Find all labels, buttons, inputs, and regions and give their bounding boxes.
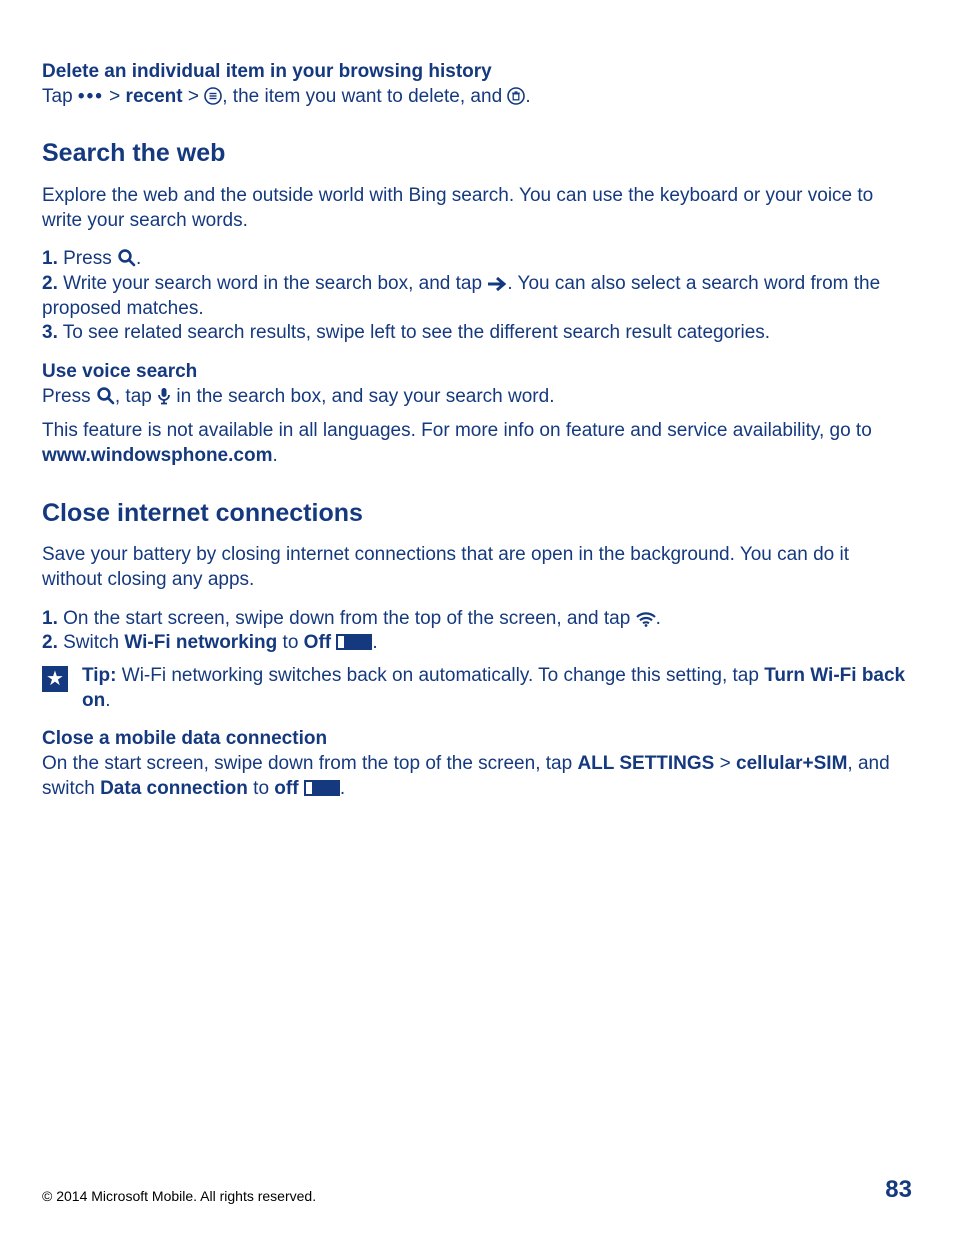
wifi-networking-label: Wi-Fi networking (124, 632, 277, 653)
link-text: www.windowsphone.com (42, 445, 272, 466)
copyright-text: © 2014 Microsoft Mobile. All rights rese… (42, 1187, 316, 1205)
text: . (272, 445, 277, 466)
off-label: off (274, 778, 298, 799)
search-icon (117, 248, 136, 267)
step-number: 1. (42, 608, 58, 629)
text: Press (42, 386, 96, 407)
close-mobile-heading: Close a mobile data connection (42, 727, 912, 752)
toggle-off-icon (336, 634, 372, 650)
step-number: 1. (42, 248, 58, 269)
text: . (525, 86, 530, 107)
microphone-icon (157, 387, 171, 405)
trash-circle-icon (507, 87, 525, 105)
voice-search-line: Press , tap in the search box, and say y… (42, 385, 912, 410)
text: to (277, 632, 303, 653)
search-step-1: 1. Press . (42, 247, 912, 272)
text: , tap (115, 386, 157, 407)
data-connection-label: Data connection (100, 778, 248, 799)
page-footer: © 2014 Microsoft Mobile. All rights rese… (42, 1174, 912, 1205)
more-icon: ••• (78, 85, 104, 110)
close-connections-intro: Save your battery by closing internet co… (42, 543, 912, 592)
text: On the start screen, swipe down from the… (42, 753, 577, 774)
text: . (372, 632, 377, 653)
text: . (656, 608, 661, 629)
arrow-right-icon (487, 276, 507, 292)
delete-history-line: Tap ••• > recent > , the item you want t… (42, 85, 912, 110)
close-connections-heading: Close internet connections (42, 497, 912, 530)
search-step-2: 2. Write your search word in the search … (42, 272, 912, 321)
text: . (105, 690, 110, 711)
all-settings-label: ALL SETTINGS (577, 753, 714, 774)
text: On the start screen, swipe down from the… (58, 608, 636, 629)
voice-search-heading: Use voice search (42, 360, 912, 385)
toggle-off-icon (304, 780, 340, 796)
text: Switch (58, 632, 125, 653)
tip-label: Tip: (82, 665, 122, 686)
text: Tap (42, 86, 78, 107)
close-mobile-line: On the start screen, swipe down from the… (42, 752, 912, 801)
text: This feature is not available in all lan… (42, 420, 872, 441)
text: Press (58, 248, 117, 269)
text: > (109, 86, 125, 107)
text: Wi-Fi networking switches back on automa… (122, 665, 764, 686)
voice-note: This feature is not available in all lan… (42, 419, 912, 468)
star-icon: ★ (42, 666, 68, 692)
text: to (248, 778, 274, 799)
text: > (714, 753, 736, 774)
list-circle-icon (204, 87, 222, 105)
wifi-icon (636, 611, 656, 627)
text: , the item you want to delete, and (222, 86, 507, 107)
page-number: 83 (885, 1174, 912, 1205)
step-number: 3. (42, 322, 58, 343)
close-step-2: 2. Switch Wi-Fi networking to Off . (42, 631, 912, 656)
text: in the search box, and say your search w… (171, 386, 554, 407)
search-step-3: 3. To see related search results, swipe … (42, 321, 912, 346)
search-web-heading: Search the web (42, 137, 912, 170)
text: To see related search results, swipe lef… (58, 322, 770, 343)
tip-row: ★ Tip: Wi-Fi networking switches back on… (42, 664, 912, 713)
text: . (136, 248, 141, 269)
text: . (340, 778, 345, 799)
search-icon (96, 386, 115, 405)
delete-history-heading: Delete an individual item in your browsi… (42, 60, 912, 85)
step-number: 2. (42, 632, 58, 653)
step-number: 2. (42, 273, 58, 294)
recent-label: recent (126, 86, 183, 107)
cellular-sim-label: cellular+SIM (736, 753, 847, 774)
off-label: Off (304, 632, 331, 653)
search-web-intro: Explore the web and the outside world wi… (42, 184, 912, 233)
text: Write your search word in the search box… (58, 273, 487, 294)
close-step-1: 1. On the start screen, swipe down from … (42, 607, 912, 632)
tip-body: Tip: Wi-Fi networking switches back on a… (82, 664, 912, 713)
text: > (188, 86, 204, 107)
